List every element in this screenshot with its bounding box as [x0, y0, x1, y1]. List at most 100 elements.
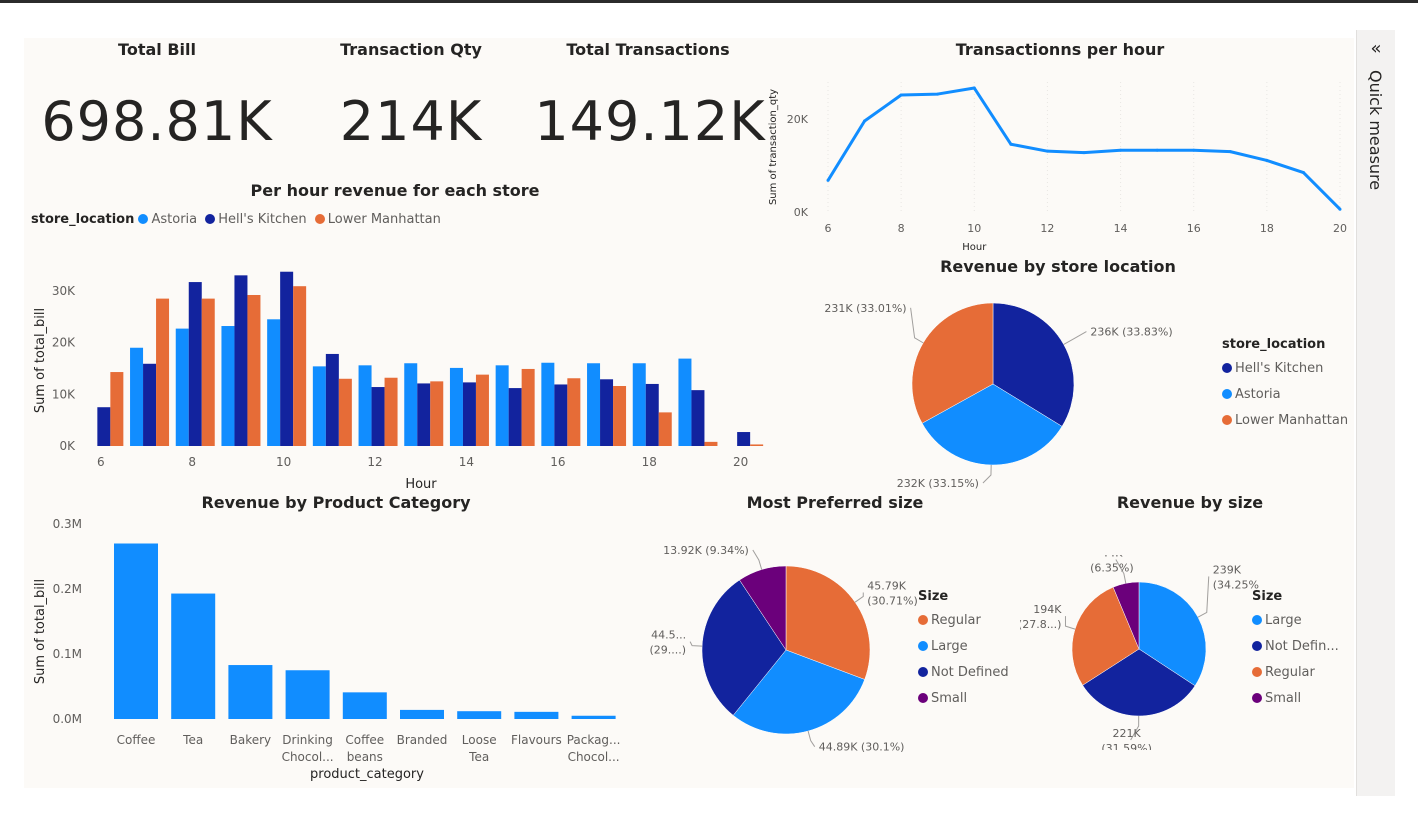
- x-tick-label: 6: [825, 222, 832, 235]
- size-pie-legend-title: Size: [918, 589, 949, 604]
- x-tick-label: Chocol...: [282, 750, 334, 764]
- bar-hell-s-kitchen: [143, 363, 157, 446]
- x-tick-label: 18: [642, 455, 657, 469]
- bar-hell-s-kitchen: [234, 275, 248, 446]
- legend-label: Regular: [931, 613, 981, 628]
- y-axis-label: Sum of transaction_qty: [768, 89, 779, 205]
- revenue-by-category-chart[interactable]: 0.0M 0.1M 0.2M 0.3M Coffee Tea Bakery Drinking C…: [26, 515, 636, 785]
- x-tick-label: 10: [967, 222, 981, 235]
- data-label: (30.71%): [867, 594, 918, 607]
- x-tick-label: 18: [1260, 222, 1274, 235]
- store-pie-legend: store_location Hell's Kitchen Astoria Lo…: [1222, 334, 1348, 434]
- revenue-by-store-pie[interactable]: 236K (33.83%) 232K (33.15%) 231K (33.01%): [800, 285, 1210, 490]
- bar-hell-s-kitchen: [462, 382, 476, 446]
- most-preferred-size-pie[interactable]: 45.79K (30.71%) 44.89K (30.1%) 44.5... (29..…: [640, 545, 920, 760]
- per-hour-revenue-chart[interactable]: 0K 10K 20K 30K 6 8 10 12 14 16 18 20 Hour Sum of tota…: [26, 240, 766, 490]
- store-bar-legend-title: store_location: [31, 212, 135, 227]
- legend-item-small[interactable]: Small: [1252, 686, 1339, 712]
- y-tick-label: 0.0M: [53, 712, 82, 726]
- data-point: [1119, 148, 1123, 152]
- legend-item-hells-kitchen[interactable]: Hell's Kitchen: [201, 212, 307, 227]
- legend-item-regular[interactable]: Regular: [1252, 660, 1339, 686]
- y-tick-label: 0.3M: [53, 517, 82, 531]
- data-label: 232K (33.15%): [897, 477, 979, 490]
- leader-line: [910, 307, 924, 344]
- y-axis-label: Sum of total_bill: [33, 579, 48, 684]
- data-point: [826, 178, 830, 182]
- x-tick-label: 12: [367, 455, 382, 469]
- legend-item-large[interactable]: Large: [1252, 608, 1339, 634]
- legend-item-lower-manhattan[interactable]: Lower Manhattan: [1222, 408, 1348, 434]
- data-label: 236K (33.83%): [1090, 326, 1172, 339]
- double-chevron-left-icon[interactable]: «: [1357, 38, 1395, 59]
- quick-measure-label[interactable]: Quick measure: [1366, 70, 1385, 190]
- bar-hell-s-kitchen: [737, 432, 751, 446]
- x-tick-label: 20: [733, 455, 748, 469]
- bar-astoria: [449, 367, 463, 446]
- legend-item-hells-kitchen[interactable]: Hell's Kitchen: [1222, 356, 1348, 382]
- bar-hell-s-kitchen: [280, 271, 294, 446]
- x-axis-label: Hour: [962, 242, 987, 253]
- y-tick-label: 30K: [52, 284, 76, 298]
- y-tick-label: 0K: [59, 439, 76, 453]
- bar-category: [171, 593, 216, 719]
- data-point: [936, 92, 940, 96]
- legend-item-small[interactable]: Small: [918, 686, 1009, 712]
- bar-lower-manhattan: [201, 298, 215, 446]
- series-line-transactions: [826, 86, 1342, 211]
- bar-astoria: [130, 347, 144, 446]
- store-bar-legend: store_location Astoria Hell's Kitchen Lo…: [31, 212, 441, 227]
- legend-item-regular[interactable]: Regular: [918, 608, 1009, 634]
- category-bar-title: Revenue by Product Category: [201, 493, 471, 512]
- bar-astoria: [587, 363, 601, 446]
- legend-item-not-defined[interactable]: Not Defin...: [1252, 634, 1339, 660]
- bar-astoria: [632, 363, 646, 446]
- x-tick-label: 6: [97, 455, 105, 469]
- leader-line: [1064, 616, 1076, 630]
- x-tick-label: Loose: [462, 733, 497, 747]
- revenue-size-pie-legend: Size Large Not Defin... Regular Small: [1252, 586, 1339, 712]
- store-pie-title: Revenue by store location: [940, 257, 1176, 276]
- bar-lower-manhattan: [475, 374, 489, 446]
- line-chart-title: Transactionns per hour: [955, 40, 1165, 59]
- legend-item-astoria[interactable]: Astoria: [138, 212, 197, 227]
- y-tick-label: 0.2M: [53, 582, 82, 596]
- y-axis-label: Sum of total_bill: [33, 308, 48, 413]
- bar-lower-manhattan: [338, 378, 352, 446]
- bar-hell-s-kitchen: [188, 282, 202, 446]
- bar-category: [571, 715, 616, 719]
- data-label: 44K: [1101, 555, 1123, 560]
- legend-item-lower-manhattan[interactable]: Lower Manhattan: [311, 212, 441, 227]
- legend-item-large[interactable]: Large: [918, 634, 1009, 660]
- bar-lower-manhattan: [613, 386, 627, 446]
- data-point: [863, 119, 867, 123]
- x-tick-label: 14: [1114, 222, 1128, 235]
- data-label: 44.5...: [651, 629, 686, 642]
- transactions-per-hour-chart[interactable]: 0K 20K 6 8 10 12 14 16 18 20 Hour Sum of transactio…: [760, 70, 1360, 255]
- x-tick-label: Coffee: [345, 733, 384, 747]
- legend-item-astoria[interactable]: Astoria: [1222, 382, 1348, 408]
- x-tick-label: Flavours: [511, 733, 562, 747]
- legend-item-not-defined[interactable]: Not Defined: [918, 660, 1009, 686]
- kpi-transaction-qty-title: Transaction Qty: [340, 40, 482, 59]
- revenue-by-size-pie[interactable]: 239K(34.25%)221K(31.59%)194K(27.8...)44K…: [1020, 555, 1260, 750]
- bar-category: [514, 711, 559, 719]
- x-tick-label: 10: [276, 455, 291, 469]
- x-tick-label: Drinking: [282, 733, 333, 747]
- legend-label: Regular: [1265, 665, 1315, 680]
- window-top-border: [0, 0, 1418, 3]
- data-point: [1338, 207, 1342, 211]
- bar-category: [400, 709, 444, 719]
- y-tick-label: 0K: [794, 206, 809, 219]
- kpi-total-bill-value: 698.81K: [41, 90, 273, 153]
- data-label: 239K: [1213, 563, 1242, 576]
- legend-label: Hell's Kitchen: [1235, 361, 1324, 376]
- x-tick-label: 16: [1187, 222, 1201, 235]
- bar-hell-s-kitchen: [97, 407, 111, 446]
- y-tick-label: 20K: [52, 336, 76, 350]
- legend-label: Large: [931, 639, 968, 654]
- data-label: 44.89K (30.1%): [819, 741, 905, 754]
- data-point: [1228, 150, 1232, 154]
- data-label: (6.35%): [1090, 562, 1134, 575]
- leader-line: [752, 549, 763, 570]
